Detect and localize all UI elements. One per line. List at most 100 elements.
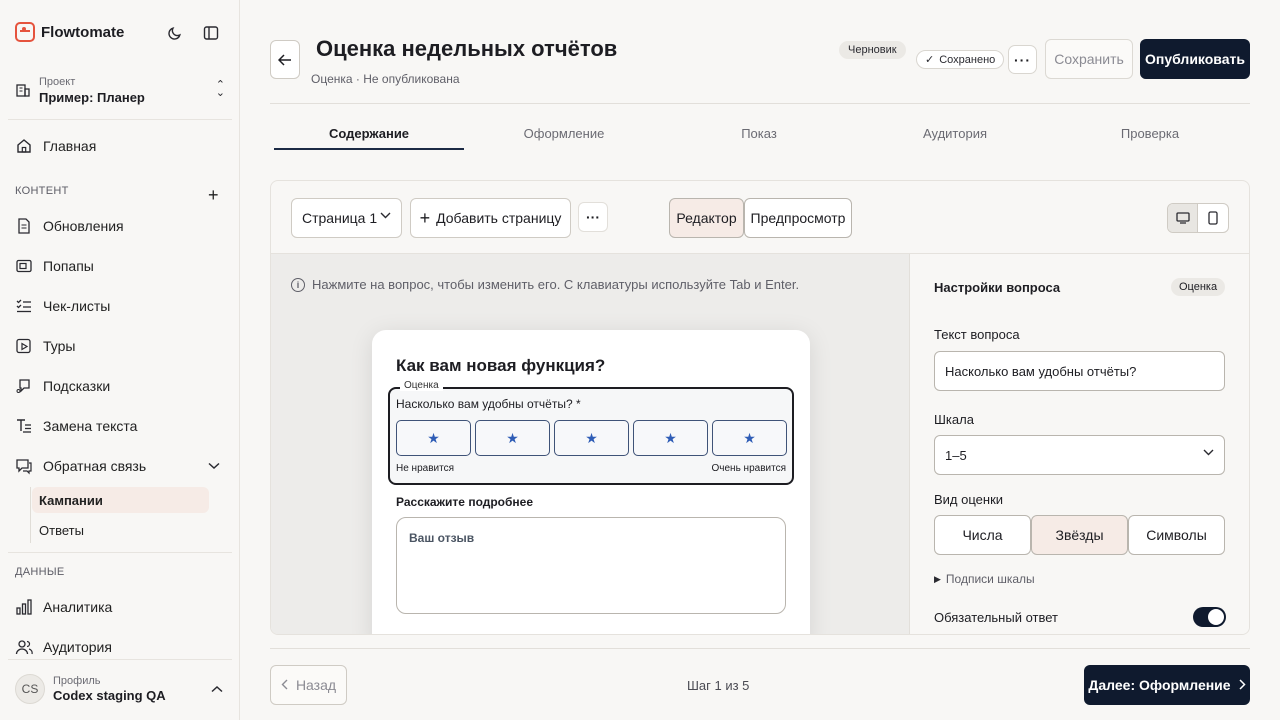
- tab-design[interactable]: Оформление: [469, 126, 659, 150]
- status-badge-draft: Черновик: [839, 41, 906, 59]
- tab-display[interactable]: Показ: [664, 126, 854, 150]
- editor-mode-button[interactable]: Редактор: [669, 198, 744, 238]
- star-rating: ★ ★ ★ ★ ★: [396, 420, 787, 456]
- logo-icon: [15, 22, 35, 42]
- star-option-2[interactable]: ★: [475, 420, 550, 456]
- chevron-down-icon[interactable]: [208, 459, 220, 473]
- logo[interactable]: Flowtomate: [15, 22, 124, 42]
- nav-feedback[interactable]: Обратная связь: [15, 454, 146, 478]
- status-badge-saved: ✓ Сохранено: [916, 50, 1005, 69]
- page-title: Оценка недельных отчётов: [316, 36, 618, 61]
- nav-text-replace-label: Замена текста: [43, 418, 138, 434]
- nav-hints-label: Подсказки: [43, 378, 111, 394]
- mobile-icon[interactable]: [1198, 204, 1228, 232]
- tab-content[interactable]: Содержание: [274, 126, 464, 150]
- desktop-icon[interactable]: [1168, 204, 1199, 232]
- tab-review[interactable]: Проверка: [1055, 126, 1245, 150]
- star-icon: ★: [585, 429, 598, 446]
- project-name: Пример: Планер: [39, 89, 145, 105]
- nav-text-replace[interactable]: Замена текста: [15, 414, 137, 438]
- nav-home[interactable]: Главная: [15, 134, 96, 158]
- editor-card: Страница 1 + Добавить страницу ··· Редак…: [270, 180, 1250, 635]
- hint-icon: [16, 379, 30, 393]
- sidebar: Flowtomate Проект Пример: Планер ⌃ ⌄ Глав…: [0, 0, 240, 720]
- text-replace-icon: [17, 419, 31, 433]
- nav-home-label: Главная: [43, 138, 97, 154]
- scale-label: Шкала: [934, 412, 974, 427]
- scale-select-value: 1–5: [945, 447, 967, 463]
- profile-switcher[interactable]: CS Профиль Codex staging QA: [15, 674, 225, 704]
- rating-question[interactable]: Оценка Насколько вам удобны отчёты? * ★ …: [388, 380, 794, 485]
- scale-high-label: Очень нравится: [711, 463, 787, 474]
- nav-analytics[interactable]: Аналитика: [15, 595, 112, 619]
- project-switcher[interactable]: Проект Пример: Планер ⌃ ⌄: [15, 72, 225, 108]
- followup-question-label[interactable]: Расскажите подробнее: [396, 495, 533, 509]
- nav-updates[interactable]: Обновления: [15, 214, 124, 238]
- question-label: Насколько вам удобны отчёты? *: [396, 397, 581, 411]
- nav-hints[interactable]: Подсказки: [15, 374, 110, 398]
- question-text-label: Текст вопроса: [934, 327, 1020, 342]
- required-label: Обязательный ответ: [934, 610, 1058, 625]
- sidebar-item-campaigns[interactable]: Кампании: [32, 487, 209, 513]
- view-option-symbols[interactable]: Символы: [1128, 515, 1225, 555]
- avatar: CS: [15, 674, 45, 704]
- page-select[interactable]: Страница 1: [291, 198, 402, 238]
- star-option-3[interactable]: ★: [554, 420, 629, 456]
- page-more-button[interactable]: ···: [578, 202, 608, 232]
- chevron-up-icon: [211, 682, 223, 696]
- back-nav-button[interactable]: Назад: [270, 665, 347, 705]
- preview-mode-button[interactable]: Предпросмотр: [744, 198, 852, 238]
- chevron-down-icon: [1203, 448, 1214, 459]
- nav-checklists-label: Чек-листы: [43, 298, 111, 314]
- add-page-button[interactable]: + Добавить страницу: [410, 198, 571, 238]
- nav-tours-label: Туры: [43, 338, 76, 354]
- info-icon: i: [291, 277, 305, 292]
- project-label: Проект: [39, 75, 76, 88]
- canvas-hint: i Нажмите на вопрос, чтобы изменить его.…: [291, 277, 799, 292]
- publish-button[interactable]: Опубликовать: [1140, 39, 1250, 79]
- more-actions-button[interactable]: ···: [1008, 45, 1037, 74]
- question-type-badge: Оценка: [1171, 278, 1226, 296]
- page-subtitle: Оценка · Не опубликована: [311, 72, 460, 86]
- survey-preview: Как вам новая функция? Оценка Насколько …: [372, 330, 810, 634]
- profile-name: Codex staging QA: [53, 688, 166, 703]
- tab-audience[interactable]: Аудитория: [860, 126, 1050, 150]
- star-option-5[interactable]: ★: [712, 420, 787, 456]
- back-nav-label: Назад: [295, 677, 337, 693]
- chevron-updown-icon: ⌃ ⌄: [215, 79, 225, 99]
- sidebar-item-responses[interactable]: Ответы: [32, 517, 209, 543]
- star-icon: ★: [506, 429, 519, 446]
- survey-title[interactable]: Как вам новая функция?: [396, 356, 605, 376]
- next-step-button[interactable]: Далее: Оформление: [1084, 665, 1250, 705]
- view-label: Вид оценки: [934, 492, 1004, 507]
- chevron-right-icon: [1239, 677, 1246, 693]
- sidebar-toggle-icon[interactable]: [202, 24, 220, 42]
- nav-tours[interactable]: Туры: [15, 334, 75, 358]
- question-text-input[interactable]: Насколько вам удобны отчёты?: [934, 351, 1225, 391]
- nav-analytics-label: Аналитика: [43, 599, 113, 615]
- star-icon: ★: [664, 429, 677, 446]
- theme-toggle-moon-icon[interactable]: [166, 24, 184, 42]
- settings-title: Настройки вопроса: [934, 280, 1061, 295]
- star-option-1[interactable]: ★: [396, 420, 471, 456]
- chevron-down-icon: [380, 211, 391, 222]
- back-button[interactable]: [270, 40, 300, 79]
- star-option-4[interactable]: ★: [633, 420, 708, 456]
- required-toggle[interactable]: [1193, 607, 1226, 627]
- nav-popups[interactable]: Попапы: [15, 254, 94, 278]
- profile-label: Профиль: [53, 675, 101, 687]
- feedback-textarea[interactable]: Ваш отзыв: [396, 517, 786, 614]
- save-button[interactable]: Сохранить: [1045, 39, 1133, 79]
- nav-audience[interactable]: Аудитория: [15, 635, 112, 659]
- content-section-label: КОНТЕНТ: [15, 185, 69, 197]
- scale-captions-toggle[interactable]: ▶ Подписи шкалы: [934, 572, 1035, 586]
- view-option-stars[interactable]: Звёзды: [1031, 515, 1128, 555]
- add-page-label: Добавить страницу: [436, 210, 562, 226]
- building-icon: [16, 84, 30, 97]
- view-option-numbers[interactable]: Числа: [934, 515, 1031, 555]
- add-content-plus-icon[interactable]: +: [208, 185, 219, 206]
- scale-select[interactable]: 1–5: [934, 435, 1225, 475]
- question-type-legend: Оценка: [400, 380, 443, 391]
- nav-updates-label: Обновления: [43, 218, 124, 234]
- nav-checklists[interactable]: Чек-листы: [15, 294, 110, 318]
